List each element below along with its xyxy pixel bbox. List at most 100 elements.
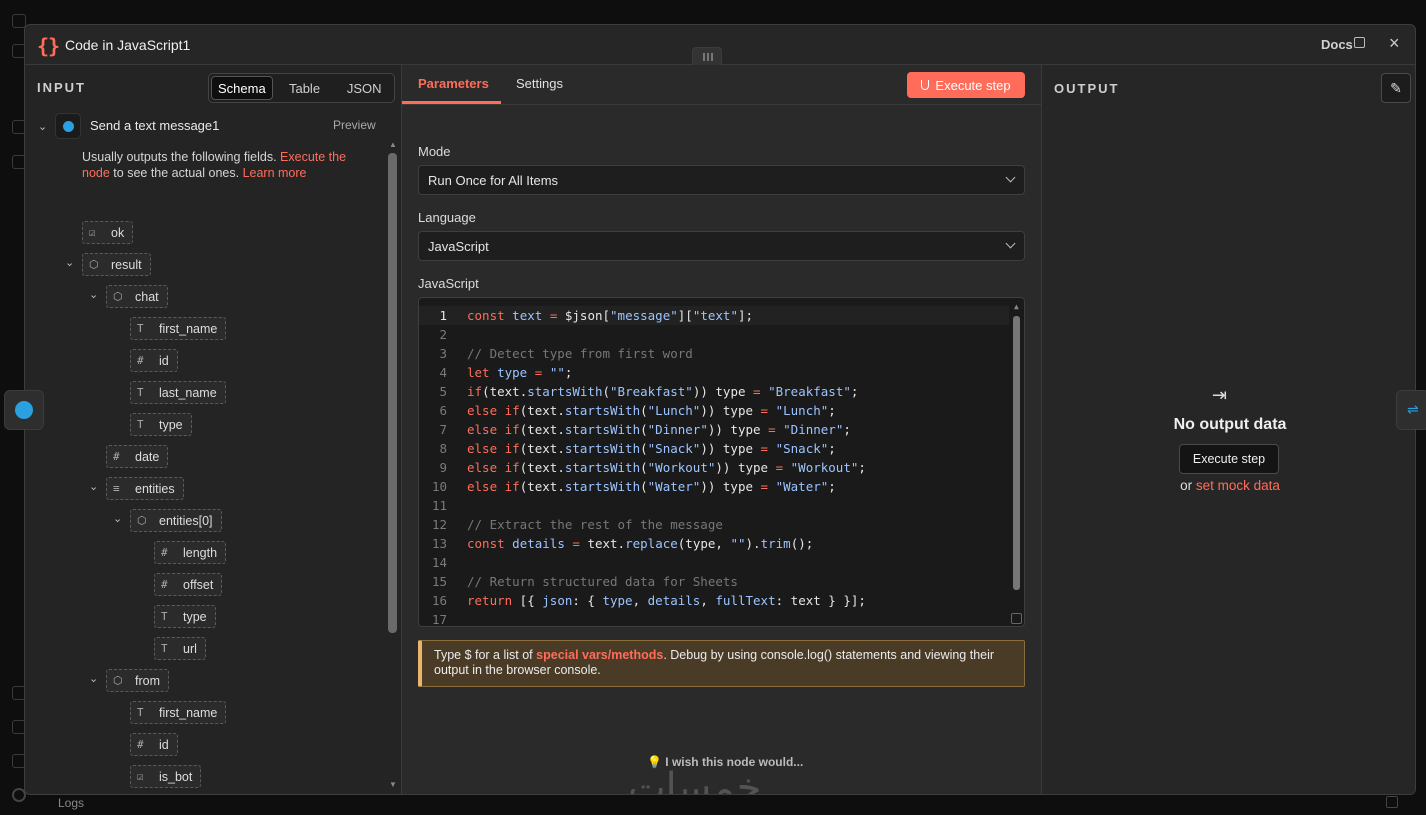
field-name: id — [159, 737, 169, 752]
object-icon: ⬡ — [113, 674, 123, 687]
schema-field-entities-0[interactable]: ⬡ entities[0] — [130, 509, 222, 532]
tab-json[interactable]: JSON — [334, 74, 394, 102]
scroll-down-icon[interactable]: ▼ — [389, 780, 397, 789]
code-line[interactable]: 14 — [419, 553, 1009, 572]
tab-schema[interactable]: Schema — [211, 76, 273, 100]
chevron-down-icon[interactable]: ⌄ — [113, 512, 122, 525]
pencil-icon: ✎ — [1390, 79, 1402, 96]
string-icon: T — [137, 418, 144, 431]
scroll-up-icon[interactable]: ▲ — [389, 140, 397, 149]
field-name: id — [159, 353, 169, 368]
arrow-right-to-bar-icon: ⇥ — [1212, 385, 1228, 405]
number-icon: # — [137, 738, 144, 751]
schema-field-date[interactable]: # date — [106, 445, 169, 468]
code-line[interactable]: 11 — [419, 496, 1009, 515]
output-execute-step-button[interactable]: Execute step — [1179, 444, 1279, 474]
field-name: entities[0] — [159, 513, 213, 528]
code-line[interactable]: 1 const text = $json["message"]["text"]; — [419, 306, 1009, 325]
mock-data-row: or set mock data — [1042, 478, 1415, 493]
field-name: result — [111, 257, 142, 272]
code-line[interactable]: 8 else if(text.startsWith("Snack")) type … — [419, 439, 1009, 458]
tab-table[interactable]: Table — [275, 74, 335, 102]
telegram-node-button[interactable] — [4, 390, 44, 430]
schema-field-from-first-name[interactable]: Tfirst_name — [130, 701, 227, 724]
number-icon: # — [161, 546, 168, 559]
external-link-icon[interactable] — [1354, 37, 1365, 48]
field-name: url — [183, 641, 197, 656]
active-tab-indicator — [402, 101, 501, 104]
schema-field-offset[interactable]: # offset — [154, 573, 223, 596]
edit-output-button[interactable]: ✎ — [1381, 73, 1411, 103]
learn-more-link[interactable]: Learn more — [243, 166, 307, 180]
schema-field-first-name[interactable]: Tfirst_name — [130, 317, 227, 340]
chevron-down-icon[interactable]: ⌄ — [89, 672, 98, 685]
string-icon: T — [137, 706, 144, 719]
close-button[interactable]: × — [1389, 33, 1400, 54]
code-line[interactable]: 5 if(text.startsWith("Breakfast")) type =… — [419, 382, 1009, 401]
schema-description: Usually outputs the following fields. Ex… — [82, 149, 372, 181]
logs-panel-icon[interactable] — [1386, 796, 1398, 808]
code-line[interactable]: 7 else if(text.startsWith("Dinner")) type… — [419, 420, 1009, 439]
code-line[interactable]: 13 const details = text.replace(type, "")… — [419, 534, 1009, 553]
chevron-down-icon[interactable]: ⌄ — [89, 288, 98, 301]
chevron-down-icon[interactable]: ⌄ — [65, 256, 74, 269]
code-line[interactable]: 12// Extract the rest of the message — [419, 515, 1009, 534]
field-name: first_name — [159, 705, 218, 720]
schema-field-entities[interactable]: ≡ entities — [106, 477, 184, 500]
view-toggle: Schema Table JSON — [208, 73, 395, 103]
mode-label: Mode — [418, 144, 451, 159]
next-node-signpost-icon[interactable]: ⇌ — [1396, 390, 1426, 430]
docs-link[interactable]: Docs — [1321, 37, 1353, 52]
schema-field-ok[interactable]: ☑ ok — [82, 221, 134, 244]
language-select[interactable]: JavaScript — [418, 231, 1025, 261]
field-name: is_bot — [159, 769, 193, 784]
param-tabs: Parameters Settings Execute step — [402, 65, 1041, 105]
tab-parameters[interactable]: Parameters — [418, 76, 489, 91]
code-editor[interactable]: 1 const text = $json["message"]["text"]; … — [418, 297, 1025, 627]
code-line[interactable]: 3// Detect type from first word — [419, 344, 1009, 363]
code-line[interactable]: 6 else if(text.startsWith("Lunch")) type … — [419, 401, 1009, 420]
code-line[interactable]: 16 return [{ json: { type, details, fullT… — [419, 591, 1009, 610]
code-line[interactable]: 9 else if(text.startsWith("Workout")) typ… — [419, 458, 1009, 477]
execute-step-button[interactable]: Execute step — [907, 72, 1025, 98]
code-line[interactable]: 4 let type = ""; — [419, 363, 1009, 382]
logs-label[interactable]: Logs — [58, 796, 84, 810]
code-line[interactable]: 15// Return structured data for Sheets — [419, 572, 1009, 591]
string-icon: T — [137, 322, 144, 335]
code-line[interactable]: 2 — [419, 325, 1009, 344]
set-mock-data-link[interactable]: set mock data — [1196, 478, 1280, 493]
input-scrollbar[interactable] — [388, 153, 397, 633]
field-name: date — [135, 449, 160, 464]
schema-field-chat[interactable]: ⬡ chat — [106, 285, 168, 308]
desc-text: Usually outputs the following fields. — [82, 150, 277, 164]
schema-field-from[interactable]: ⬡ from — [106, 669, 169, 692]
schema-field-is-bot[interactable]: ☑ is_bot — [130, 765, 202, 788]
object-icon: ⬡ — [113, 290, 123, 303]
code-line[interactable]: 10 else if(text.startsWith("Water")) type… — [419, 477, 1009, 496]
schema-field-last-name[interactable]: Tlast_name — [130, 381, 226, 404]
schema-field-length[interactable]: # length — [154, 541, 227, 564]
modal-title[interactable]: Code in JavaScript1 — [65, 37, 190, 53]
editor-scrollbar[interactable] — [1013, 316, 1020, 590]
tab-settings[interactable]: Settings — [516, 76, 563, 91]
field-name: entities — [135, 481, 175, 496]
schema-field-type[interactable]: Ttype — [130, 413, 192, 436]
resize-handle-icon[interactable] — [1011, 613, 1022, 624]
editor-scroll-up-icon[interactable]: ▲ — [1014, 302, 1019, 311]
no-output-title: No output data — [1173, 416, 1287, 433]
schema-field-entity-type[interactable]: Ttype — [154, 605, 216, 628]
schema-field-result[interactable]: ⬡ result — [82, 253, 151, 276]
boolean-icon: ☑ — [137, 770, 144, 783]
schema-field-id[interactable]: # id — [130, 349, 178, 372]
output-panel: OUTPUT ✎ ⇥ No output data Execute step o… — [1041, 65, 1415, 794]
schema-field-from-id[interactable]: # id — [130, 733, 178, 756]
chevron-down-icon[interactable]: ⌄ — [38, 120, 47, 133]
chevron-down-icon[interactable]: ⌄ — [89, 480, 98, 493]
mode-select[interactable]: Run Once for All Items — [418, 165, 1025, 195]
code-line[interactable]: 17 — [419, 610, 1009, 626]
field-name: chat — [135, 289, 159, 304]
special-vars-link[interactable]: special vars/methods — [536, 648, 663, 662]
parameters-panel: Parameters Settings Execute step Mode Ru… — [402, 65, 1041, 794]
drag-handle[interactable] — [692, 47, 722, 67]
schema-field-url[interactable]: Turl — [154, 637, 206, 660]
